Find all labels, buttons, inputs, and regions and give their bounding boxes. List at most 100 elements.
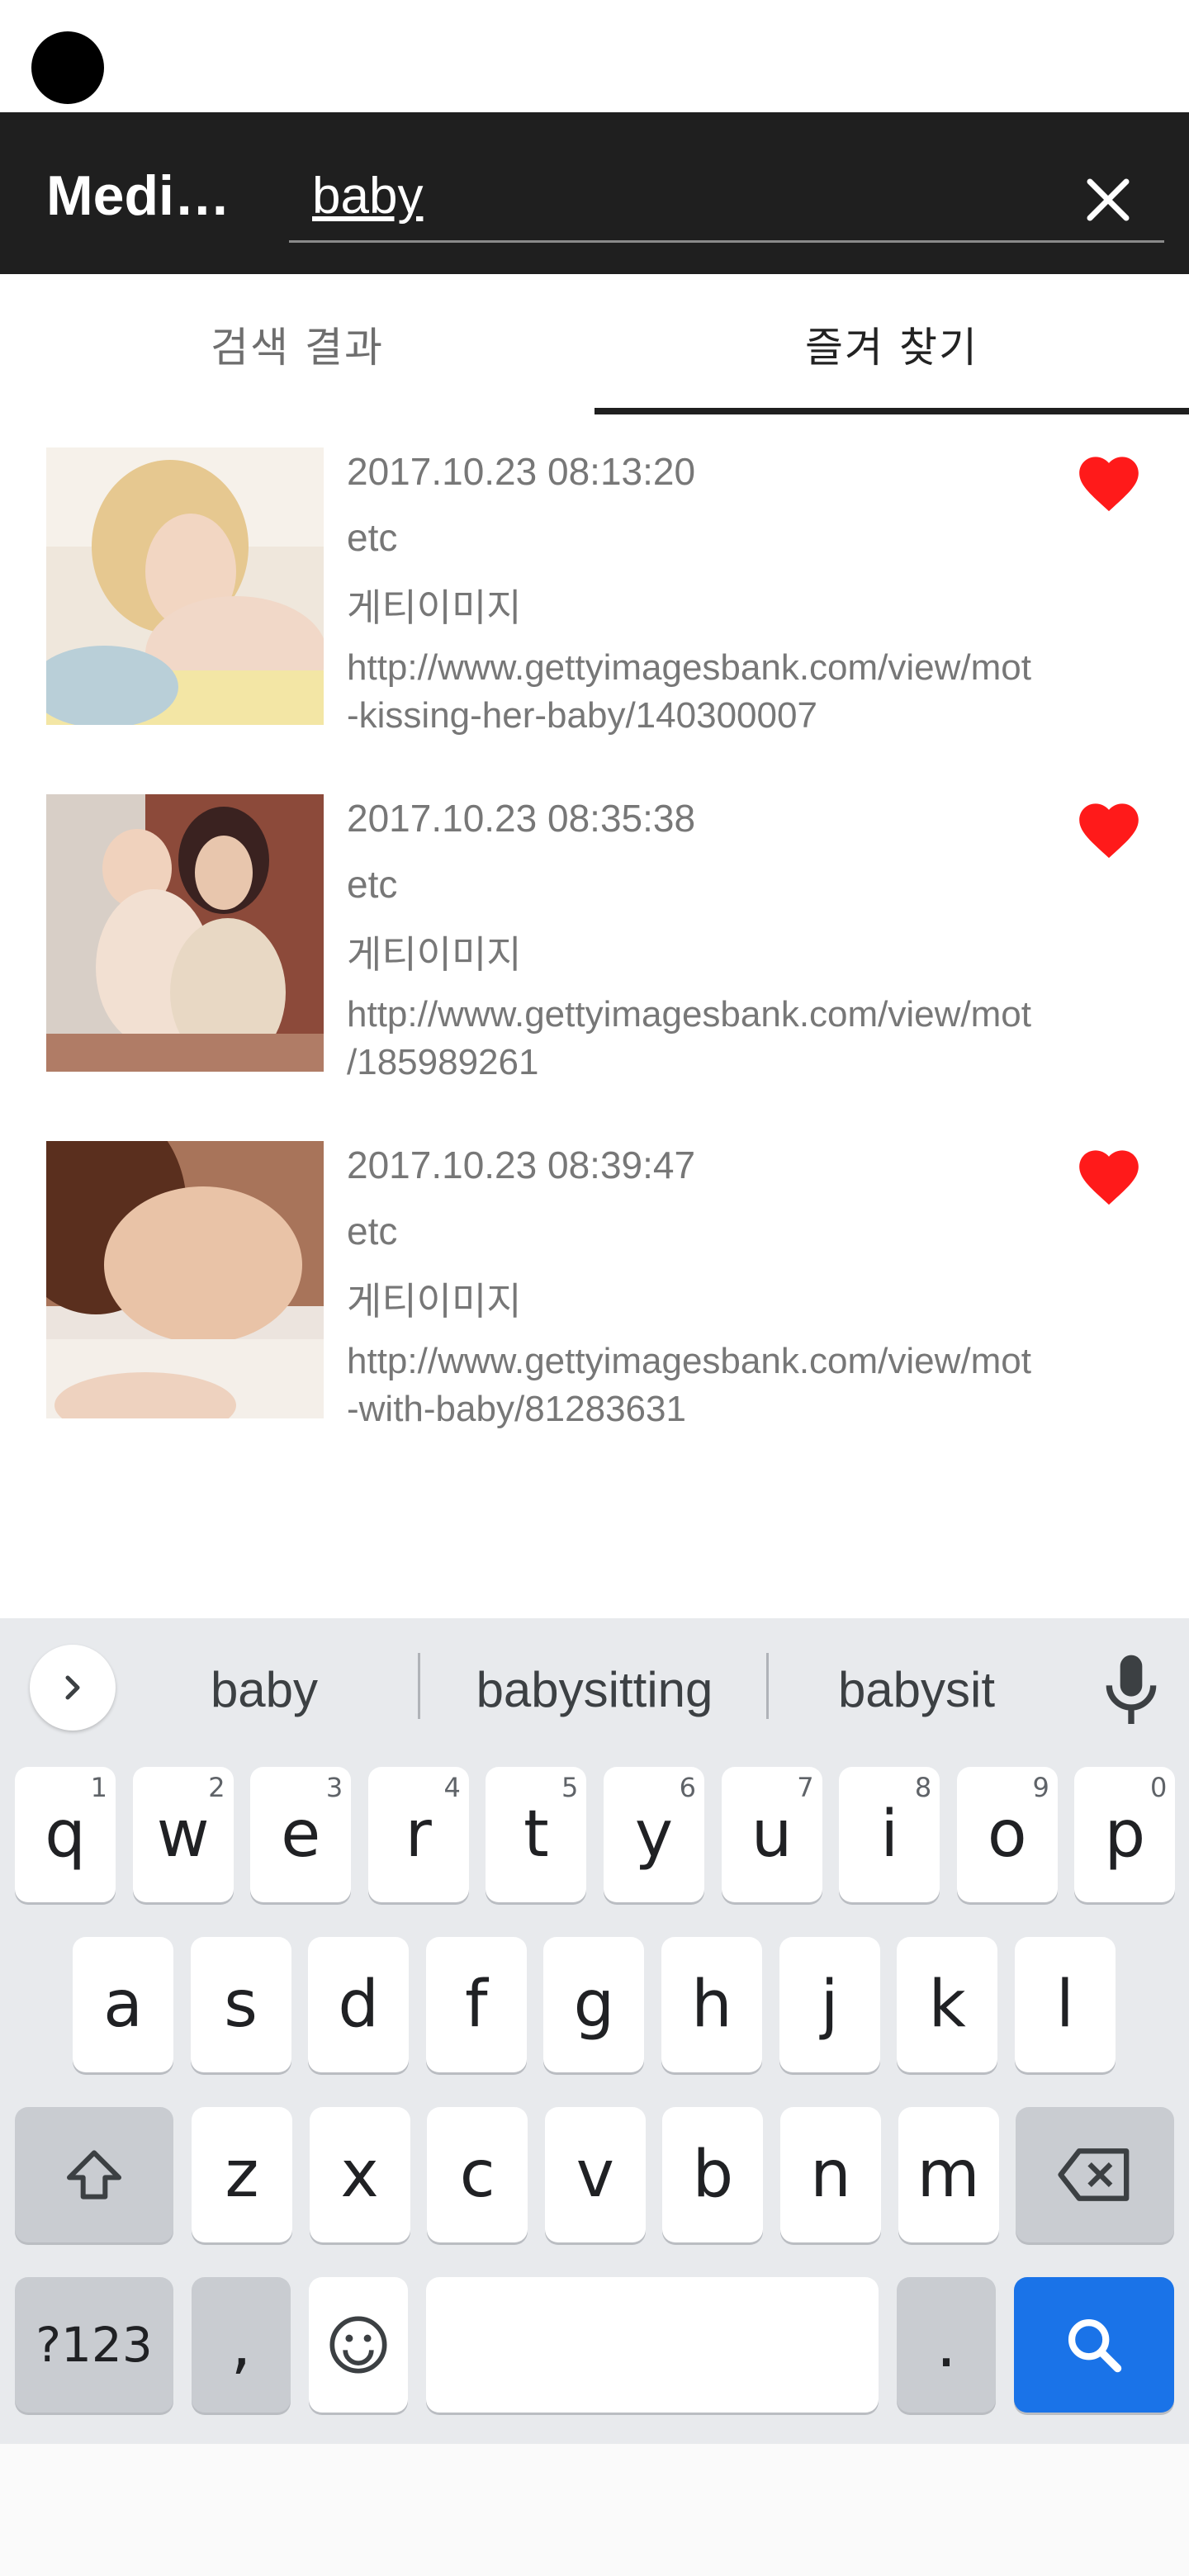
- key-number-hint: 9: [1032, 1772, 1049, 1803]
- list-item[interactable]: 2017.10.23 08:35:38 etc 게티이미지 http://www…: [0, 794, 1189, 1082]
- suggestion-divider: [418, 1653, 420, 1719]
- favorite-heart-icon[interactable]: [1073, 1141, 1144, 1207]
- suggestion-2[interactable]: babysitting: [429, 1648, 760, 1731]
- key-x[interactable]: x: [309, 2107, 410, 2242]
- list-item[interactable]: 2017.10.23 08:39:47 etc 게티이미지 http://www…: [0, 1141, 1189, 1429]
- key-label: i: [880, 1797, 899, 1872]
- key-number-hint: 4: [443, 1772, 461, 1803]
- search-input[interactable]: [289, 152, 1164, 243]
- status-bar: [0, 0, 1189, 112]
- key-d[interactable]: d: [308, 1937, 410, 2072]
- result-date: 2017.10.23 08:39:47: [347, 1144, 696, 1186]
- key-o[interactable]: o9: [956, 1767, 1058, 1902]
- app-title: Medi…: [46, 164, 230, 227]
- key-u[interactable]: u7: [721, 1767, 822, 1902]
- tab-indicator: [594, 408, 1189, 414]
- close-search-button[interactable]: [1065, 157, 1151, 243]
- key-c[interactable]: c: [427, 2107, 528, 2242]
- key-b[interactable]: b: [662, 2107, 764, 2242]
- key-r[interactable]: r4: [367, 1767, 469, 1902]
- key-i[interactable]: i8: [839, 1767, 940, 1902]
- key-t[interactable]: t5: [486, 1767, 587, 1902]
- key-y[interactable]: y6: [604, 1767, 704, 1902]
- space-key[interactable]: [426, 2277, 879, 2413]
- tab-bar: 검색 결과 즐겨 찾기: [0, 274, 1189, 414]
- key-number-hint: 7: [797, 1772, 814, 1803]
- key-h[interactable]: h: [661, 1937, 762, 2072]
- suggestion-3[interactable]: babysit: [776, 1648, 1057, 1731]
- key-label: t: [523, 1797, 549, 1872]
- thumbnail-image: [46, 447, 324, 725]
- key-number-hint: 0: [1150, 1772, 1168, 1803]
- emoji-key[interactable]: [309, 2277, 408, 2413]
- key-a[interactable]: a: [73, 1937, 173, 2072]
- search-icon: [1068, 2318, 1122, 2373]
- key-s[interactable]: s: [190, 1937, 291, 2072]
- result-category: etc: [347, 863, 398, 906]
- result-url[interactable]: http://www.gettyimagesbank.com/view/mot …: [347, 644, 1148, 740]
- result-source: 게티이미지: [347, 932, 522, 977]
- close-icon: [1087, 178, 1130, 221]
- result-url-text: http://www.gettyimagesbank.com/view/mot …: [347, 647, 1031, 736]
- key-number-hint: 6: [679, 1772, 696, 1803]
- period-key[interactable]: .: [897, 2277, 996, 2413]
- app-bar: Medi…: [0, 112, 1189, 274]
- key-p[interactable]: p0: [1074, 1767, 1176, 1902]
- result-url[interactable]: http://www.gettyimagesbank.com/view/mot …: [347, 1338, 1148, 1433]
- key-w[interactable]: w2: [132, 1767, 234, 1902]
- shift-key[interactable]: [15, 2107, 173, 2242]
- shift-icon: [67, 2150, 121, 2200]
- camera-cutout: [31, 31, 104, 104]
- key-number-hint: 5: [561, 1772, 579, 1803]
- key-m[interactable]: m: [898, 2107, 999, 2242]
- comma-key[interactable]: ,: [192, 2277, 291, 2413]
- search-key[interactable]: [1014, 2277, 1174, 2413]
- result-category: etc: [347, 1210, 398, 1252]
- result-url-text: http://www.gettyimagesbank.com/view/mot …: [347, 994, 1031, 1082]
- symbols-key[interactable]: ?123: [15, 2277, 173, 2413]
- tab-search-results[interactable]: 검색 결과: [0, 274, 594, 414]
- tab-favorites[interactable]: 즐겨 찾기: [594, 274, 1189, 414]
- favorite-heart-icon[interactable]: [1073, 794, 1144, 860]
- key-f[interactable]: f: [425, 1937, 527, 2072]
- result-source: 게티이미지: [347, 1279, 522, 1324]
- key-z[interactable]: z: [192, 2107, 292, 2242]
- key-label: p: [1104, 1797, 1146, 1872]
- thumbnail-image: [46, 1141, 324, 1418]
- key-e[interactable]: e3: [250, 1767, 352, 1902]
- backspace-key[interactable]: [1016, 2107, 1174, 2242]
- result-category: etc: [347, 516, 398, 559]
- chevron-right-icon: [65, 1675, 80, 1700]
- emoji-icon: [329, 2316, 387, 2374]
- key-number-hint: 3: [325, 1772, 343, 1803]
- key-label: y: [634, 1797, 674, 1872]
- list-item[interactable]: 2017.10.23 08:13:20 etc 게티이미지 http://www…: [0, 447, 1189, 736]
- result-date: 2017.10.23 08:35:38: [347, 797, 696, 840]
- navigation-bar-area: [0, 2444, 1189, 2576]
- key-number-hint: 2: [208, 1772, 225, 1803]
- result-url-text: http://www.gettyimagesbank.com/view/mot …: [347, 1341, 1031, 1429]
- key-g[interactable]: g: [543, 1937, 645, 2072]
- backspace-icon: [1058, 2148, 1130, 2201]
- key-label: w: [156, 1797, 210, 1872]
- key-v[interactable]: v: [544, 2107, 646, 2242]
- voice-input-button[interactable]: [1098, 1650, 1164, 1732]
- key-number-hint: 8: [914, 1772, 932, 1803]
- microphone-icon: [1106, 1655, 1157, 1724]
- suggestion-bar: baby babysitting babysit: [0, 1618, 1189, 1754]
- key-j[interactable]: j: [779, 1937, 880, 2072]
- key-label: u: [751, 1797, 793, 1872]
- key-label: o: [987, 1797, 1027, 1872]
- favorite-heart-icon[interactable]: [1073, 447, 1144, 514]
- suggestion-1[interactable]: baby: [132, 1648, 396, 1731]
- key-label: e: [281, 1797, 321, 1872]
- key-n[interactable]: n: [780, 2107, 881, 2242]
- key-k[interactable]: k: [897, 1937, 998, 2072]
- result-url[interactable]: http://www.gettyimagesbank.com/view/mot …: [347, 991, 1148, 1087]
- key-label: r: [405, 1797, 432, 1872]
- key-l[interactable]: l: [1014, 1937, 1116, 2072]
- expand-toolbar-button[interactable]: [30, 1645, 116, 1731]
- key-q[interactable]: q1: [15, 1767, 116, 1902]
- suggestion-divider: [766, 1653, 769, 1719]
- key-number-hint: 1: [90, 1772, 107, 1803]
